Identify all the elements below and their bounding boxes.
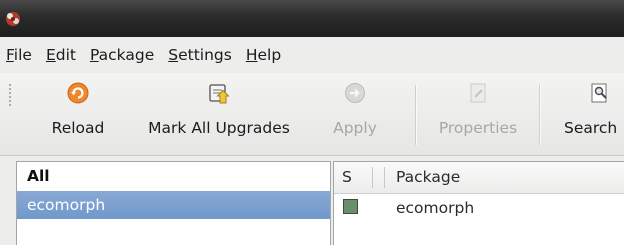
- menu-package-mnemonic: P: [89, 46, 99, 64]
- package-list: S Package ecomorph: [333, 161, 624, 245]
- apply-label: Apply: [333, 119, 377, 137]
- mark-all-upgrades-button[interactable]: Mark All Upgrades: [138, 73, 300, 155]
- filter-list: All ecomorph: [16, 161, 331, 245]
- column-header-status[interactable]: S: [334, 162, 366, 193]
- reload-icon: [67, 82, 89, 104]
- column-divider[interactable]: [372, 167, 373, 188]
- mark-all-upgrades-label: Mark All Upgrades: [148, 119, 290, 137]
- table-row[interactable]: ecomorph: [334, 194, 624, 222]
- column-divider[interactable]: [384, 167, 385, 188]
- filter-item-all[interactable]: All: [17, 162, 330, 190]
- menu-help-mnemonic: H: [245, 46, 258, 64]
- search-label: Search: [564, 119, 618, 137]
- toolbar-separator: [539, 85, 541, 145]
- app-icon[interactable]: [4, 9, 22, 27]
- filter-item-ecomorph[interactable]: ecomorph: [17, 191, 330, 219]
- installed-status-icon[interactable]: [343, 199, 358, 214]
- menu-file[interactable]: File: [0, 37, 39, 73]
- package-list-header: S Package: [334, 162, 624, 194]
- mark-upgrades-icon: [209, 84, 230, 104]
- menu-package[interactable]: Package: [83, 37, 161, 73]
- menu-edit-label: dit: [55, 46, 76, 64]
- reload-label: Reload: [51, 119, 105, 137]
- reload-button[interactable]: Reload: [36, 73, 120, 155]
- menu-package-label: ackage: [98, 46, 155, 64]
- apply-icon: [345, 83, 365, 103]
- menu-file-mnemonic: F: [6, 46, 14, 64]
- properties-icon: [470, 83, 486, 103]
- properties-label: Properties: [438, 119, 518, 137]
- title-bar[interactable]: [0, 0, 624, 37]
- menu-bar: File Edit Package Settings Help: [0, 37, 624, 73]
- apply-button[interactable]: Apply: [322, 73, 388, 155]
- package-name: ecomorph: [396, 199, 475, 217]
- search-icon: [591, 83, 607, 103]
- toolbar-grip-handle[interactable]: [8, 83, 12, 107]
- menu-help[interactable]: Help: [239, 37, 288, 73]
- menu-edit-mnemonic: E: [45, 46, 56, 64]
- synaptic-window: File Edit Package Settings Help Reload M: [0, 0, 624, 245]
- menu-edit[interactable]: Edit: [39, 37, 83, 73]
- menu-settings[interactable]: Settings: [161, 37, 239, 73]
- column-header-package[interactable]: Package: [396, 162, 460, 193]
- menu-settings-mnemonic: S: [168, 46, 179, 64]
- search-button[interactable]: Search: [564, 73, 624, 155]
- menu-help-label: elp: [257, 46, 282, 64]
- menu-file-label: ile: [13, 46, 32, 64]
- properties-button[interactable]: Properties: [426, 73, 530, 155]
- toolbar-separator: [415, 85, 417, 145]
- toolbar: Reload Mark All Upgrades Apply Propertie…: [0, 73, 624, 156]
- menu-settings-label: ettings: [178, 46, 232, 64]
